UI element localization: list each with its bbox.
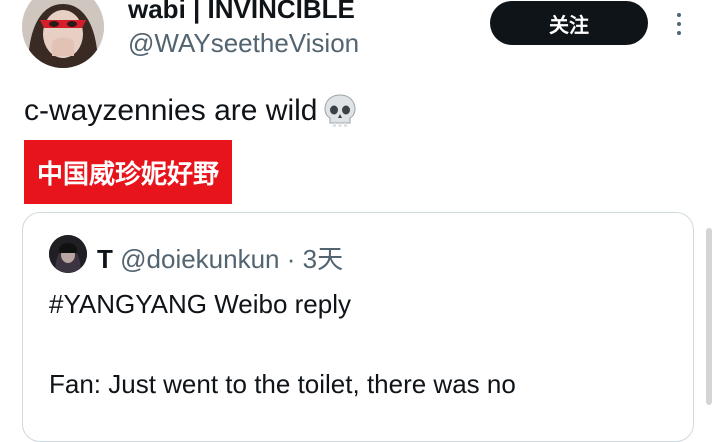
quoted-avatar-image (49, 235, 87, 273)
author-avatar-image (22, 0, 104, 68)
quoted-tweet-card[interactable]: T @doiekunkun · 3天 #YANGYANG Weibo reply… (22, 212, 694, 442)
quoted-tweet-line-1: #YANGYANG Weibo reply (49, 289, 351, 319)
quoted-author-avatar[interactable] (49, 235, 87, 273)
quoted-tweet-time[interactable]: 3天 (303, 244, 343, 274)
author-avatar[interactable] (22, 0, 104, 68)
quoted-author-name[interactable]: T (97, 244, 113, 274)
follow-button[interactable]: 关注 (490, 1, 648, 45)
tweet-text: c-wayzennies are wild (24, 92, 359, 130)
more-dot (677, 13, 681, 17)
quoted-tweet-line-2: Fan: Just went to the toilet, there was … (49, 369, 516, 399)
quoted-tweet-header: T @doiekunkun · 3天 (97, 239, 343, 276)
more-options-icon[interactable] (664, 6, 694, 42)
tweet-body: c-wayzennies are wild (24, 94, 318, 127)
scrollbar[interactable] (706, 228, 712, 405)
author-handle[interactable]: @WAYseetheVision (128, 28, 359, 59)
separator-dot: · (286, 244, 296, 274)
more-dot (677, 22, 681, 26)
more-dot (677, 31, 681, 35)
author-display-name[interactable]: wabi | INVINCIBLE (128, 0, 355, 25)
image-caption: 中国威珍妮好野 (24, 140, 232, 204)
quoted-author-handle[interactable]: @doiekunkun (120, 244, 279, 274)
skull-icon (324, 94, 356, 127)
